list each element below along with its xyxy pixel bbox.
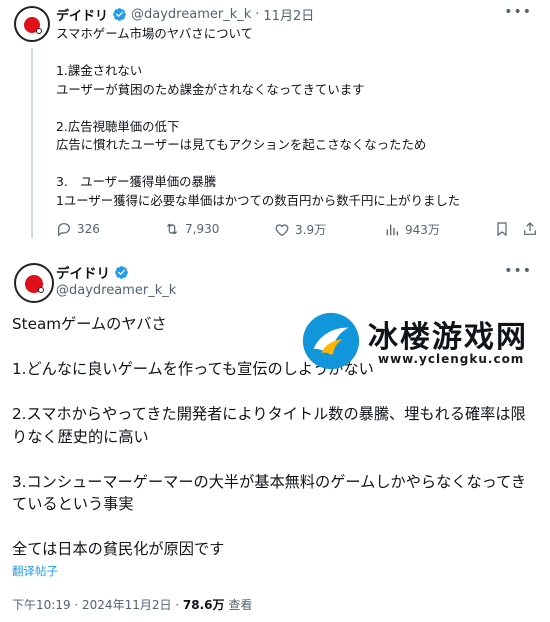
share-button[interactable] [522,221,538,237]
tweet-text: スマホゲーム市場のヤバさについて 1.課金されない ユーザーが貧困のため課金がさ… [56,26,461,208]
translate-post-link[interactable]: 翻译帖子 [12,563,58,579]
more-horizontal-icon[interactable]: ••• [504,263,532,279]
view-count: 943万 [405,223,440,237]
thread-connector [31,48,33,238]
separator-dot: · [255,7,260,22]
tweet-meta: 下午10:19 · 2024年11月2日 · 78.6万 查看 [12,596,252,613]
tweet-header: デイドリ @daydreamer_k_k · 11月2日 [56,5,314,24]
tweet-actions: 326 7,930 3.9万 943万 [56,221,536,241]
watermark-title: 冰楼游戏网 [368,320,528,355]
watermark-url: www.yclengku.com [378,352,525,366]
tweet-date[interactable]: 11月2日 [263,5,314,24]
user-handle[interactable]: @daydreamer_k_k [56,283,176,298]
retweet-button[interactable]: 7,930 [164,221,219,237]
share-icon [524,222,536,235]
bookmark-button[interactable] [494,221,510,237]
bookmark-icon [497,222,507,237]
display-name[interactable]: デイドリ [56,5,108,24]
watermark-logo-icon [302,312,360,370]
tweet-header: デイドリ [56,262,129,282]
views-button[interactable]: 943万 [384,221,440,238]
view-count: 78.6万 [182,598,225,612]
like-button[interactable]: 3.9万 [274,221,326,238]
retweet-count: 7,930 [185,222,220,236]
verified-badge-icon [113,8,126,21]
reply-count: 326 [77,222,100,236]
avatar[interactable] [14,263,54,303]
reply-button[interactable]: 326 [56,221,100,237]
user-handle[interactable]: @daydreamer_k_k [131,7,251,22]
reply-icon [58,223,70,237]
verified-badge-icon [115,265,128,279]
like-count: 3.9万 [295,223,327,237]
heart-icon [275,223,289,236]
tweet-first: デイドリ @daydreamer_k_k · 11月2日 ••• スマホゲーム市… [0,0,550,250]
more-horizontal-icon[interactable]: ••• [504,4,532,20]
bar-chart-icon [386,224,398,235]
views-label: 查看 [224,598,253,612]
display-name[interactable]: デイドリ [56,262,110,282]
timestamp[interactable]: 下午10:19 · 2024年11月2日 · [12,598,183,612]
avatar[interactable] [14,6,50,42]
site-watermark: 冰楼游戏网 www.yclengku.com [300,310,550,377]
retweet-icon [166,223,178,235]
